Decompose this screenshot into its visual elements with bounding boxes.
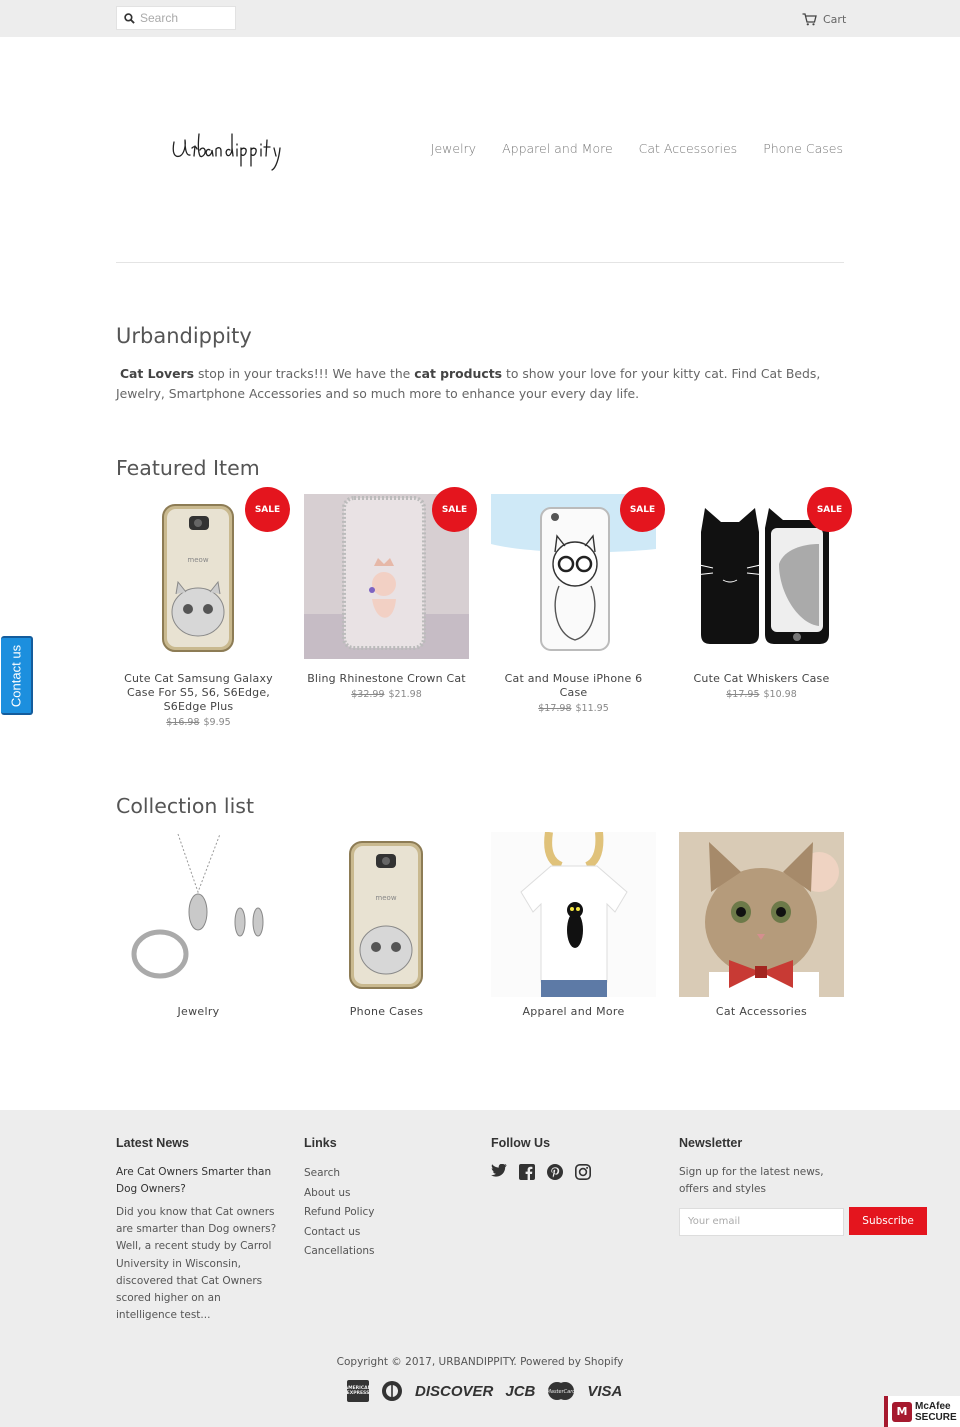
- sale-badge: SALE: [245, 487, 290, 532]
- collection-image-apparel[interactable]: [491, 832, 656, 997]
- collection-title[interactable]: Jewelry: [116, 1005, 281, 1018]
- cart-icon: [802, 12, 817, 25]
- header-divider: [116, 262, 844, 263]
- sale-price: $10.98: [763, 689, 797, 700]
- svg-text:meow: meow: [375, 894, 396, 902]
- top-bar: Cart: [0, 0, 960, 37]
- contact-us-tab[interactable]: Contact us: [1, 636, 33, 715]
- instagram-icon[interactable]: [575, 1164, 591, 1180]
- jcb-icon: JCB: [505, 1382, 536, 1400]
- intro-text-part1: stop in your tracks!!! We have the: [194, 366, 415, 381]
- product-price: $17.98 $11.95: [491, 703, 656, 714]
- search-input[interactable]: [140, 10, 232, 26]
- cart-label: Cart: [823, 12, 847, 26]
- search-icon: [124, 13, 135, 24]
- product-title[interactable]: Bling Rhinestone Crown Cat: [304, 672, 469, 686]
- sale-badge: SALE: [620, 487, 665, 532]
- site-logo[interactable]: [168, 128, 308, 178]
- cart-link[interactable]: Cart: [802, 11, 846, 27]
- product-title[interactable]: Cat and Mouse iPhone 6 Case: [491, 672, 656, 700]
- collection-title[interactable]: Apparel and More: [491, 1005, 656, 1018]
- sale-price: $9.95: [203, 717, 231, 728]
- mcafee-secure-badge[interactable]: M McAfee SECURE: [884, 1396, 960, 1427]
- sale-badge: SALE: [807, 487, 852, 532]
- nav-item-apparel[interactable]: Apparel and More: [502, 141, 613, 156]
- collection-card-apparel[interactable]: Apparel and More: [491, 832, 656, 1018]
- facebook-icon[interactable]: [519, 1164, 535, 1180]
- nav-item-phone-cases[interactable]: Phone Cases: [763, 141, 843, 156]
- collection-image-cat-accessories[interactable]: [679, 832, 844, 997]
- contact-us-label: Contact us: [8, 644, 24, 707]
- collection-card-phone-cases[interactable]: meow Phone Cases: [304, 832, 469, 1018]
- news-post-title[interactable]: Are Cat Owners Smarter than Dog Owners?: [116, 1164, 286, 1198]
- collection-card-jewelry[interactable]: Jewelry: [116, 832, 281, 1018]
- product-price: $17.95 $10.98: [679, 689, 844, 700]
- mcafee-text: McAfee SECURE: [915, 1401, 957, 1423]
- collection-title[interactable]: Cat Accessories: [679, 1005, 844, 1018]
- collection-image-jewelry[interactable]: [116, 832, 281, 997]
- collection-image-phone-cases[interactable]: meow: [304, 832, 469, 997]
- twitter-icon[interactable]: [491, 1164, 507, 1178]
- page-title: Urbandippity: [116, 324, 252, 348]
- footer-link-contact[interactable]: Contact us: [304, 1223, 375, 1243]
- footer-newsletter-heading: Newsletter: [679, 1136, 743, 1150]
- footer-latest-news: Latest News Are Cat Owners Smarter than …: [116, 1136, 286, 1324]
- intro-text: Cat Lovers stop in your tracks!!! We hav…: [116, 364, 846, 404]
- pinterest-icon[interactable]: [547, 1164, 563, 1180]
- collection-card-cat-accessories[interactable]: Cat Accessories: [679, 832, 844, 1018]
- copyright-text: Copyright © 2017, URBANDIPPITY. Powered …: [336, 1356, 624, 1368]
- svg-text:MasterCard: MasterCard: [547, 1389, 575, 1395]
- footer-link-cancellations[interactable]: Cancellations: [304, 1242, 375, 1262]
- newsletter-email-field[interactable]: [679, 1207, 844, 1236]
- sale-badge: SALE: [432, 487, 477, 532]
- svg-text:meow: meow: [187, 556, 208, 564]
- payment-icons: AMERICAN EXPRESS DISCOVER JCB MasterCard…: [347, 1380, 622, 1402]
- featured-heading: Featured Item: [116, 456, 260, 480]
- intro-bold-cat-products: cat products: [414, 366, 503, 381]
- main-nav: Jewelry Apparel and More Cat Accessories…: [431, 141, 843, 156]
- old-price: $16.98: [166, 717, 200, 728]
- footer-news-heading: Latest News: [116, 1136, 189, 1150]
- mastercard-icon: MasterCard: [547, 1382, 575, 1400]
- search-box[interactable]: [116, 6, 236, 30]
- footer-link-about[interactable]: About us: [304, 1184, 375, 1204]
- intro-bold-cat-lovers: Cat Lovers: [119, 366, 195, 381]
- collection-heading: Collection list: [116, 794, 255, 818]
- footer-follow-heading: Follow Us: [491, 1136, 551, 1150]
- newsletter-text: Sign up for the latest news, offers and …: [679, 1166, 824, 1195]
- mcafee-shield-icon: M: [892, 1401, 912, 1422]
- subscribe-button[interactable]: Subscribe: [849, 1207, 928, 1235]
- old-price: $17.98: [538, 703, 572, 714]
- nav-item-jewelry[interactable]: Jewelry: [431, 141, 476, 156]
- footer-link-refund[interactable]: Refund Policy: [304, 1203, 375, 1223]
- visa-icon: VISA: [587, 1382, 623, 1400]
- discover-icon: DISCOVER: [415, 1382, 494, 1400]
- site-footer: Latest News Are Cat Owners Smarter than …: [0, 1110, 960, 1427]
- product-price: $16.98 $9.95: [116, 717, 281, 728]
- old-price: $17.95: [726, 689, 760, 700]
- footer-links-heading: Links: [304, 1136, 337, 1150]
- footer-newsletter: Newsletter Sign up for the latest news, …: [679, 1136, 928, 1236]
- mcafee-line2: SECURE: [915, 1411, 957, 1423]
- american-express-icon: AMERICAN EXPRESS: [347, 1380, 369, 1402]
- old-price: $32.99: [351, 689, 385, 700]
- sale-price: $11.95: [575, 703, 609, 714]
- product-price: $32.99 $21.98: [304, 689, 469, 700]
- nav-item-cat-accessories[interactable]: Cat Accessories: [639, 141, 738, 156]
- footer-links: Links Search About us Refund Policy Cont…: [304, 1136, 375, 1262]
- collection-title[interactable]: Phone Cases: [304, 1005, 469, 1018]
- mcafee-line1: McAfee: [915, 1400, 951, 1412]
- footer-link-search[interactable]: Search: [304, 1164, 375, 1184]
- svg-text:EXPRESS: EXPRESS: [347, 1390, 369, 1396]
- sale-price: $21.98: [388, 689, 422, 700]
- news-post-excerpt: Did you know that Cat owners are smarter…: [116, 1206, 277, 1322]
- product-title[interactable]: Cute Cat Whiskers Case: [679, 672, 844, 686]
- diners-club-icon: [382, 1381, 402, 1401]
- product-title[interactable]: Cute Cat Samsung Galaxy Case For S5, S6,…: [116, 672, 281, 714]
- footer-follow: Follow Us: [491, 1136, 591, 1180]
